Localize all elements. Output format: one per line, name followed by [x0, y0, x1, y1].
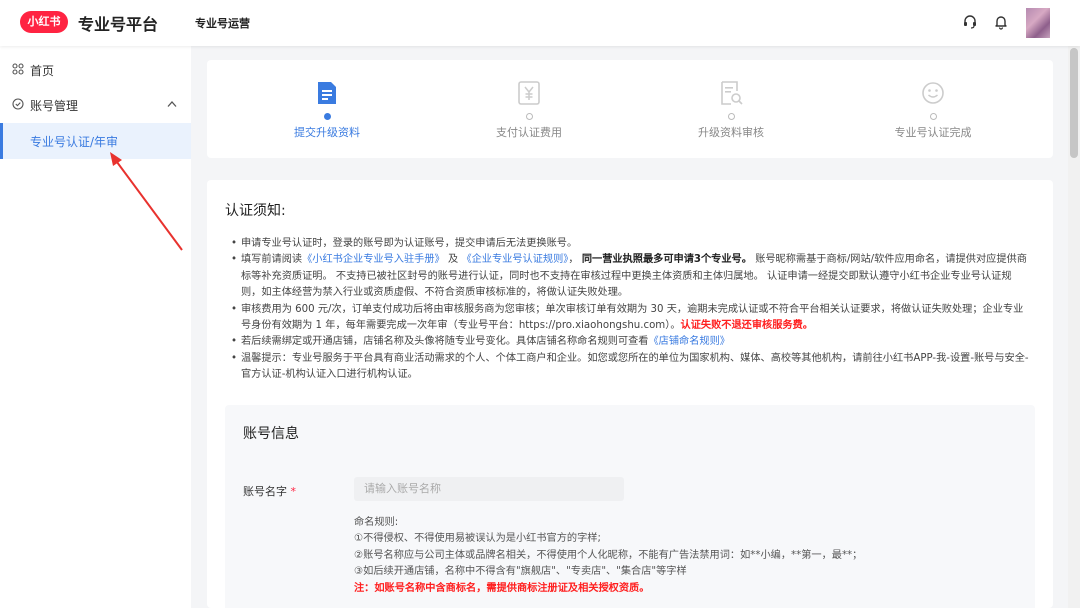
scrollbar-thumb[interactable] — [1070, 48, 1078, 158]
link-enterprise-handbook[interactable]: 《小红书企业专业号入驻手册》 — [302, 254, 445, 265]
link-certification-rules[interactable]: 《企业专业号认证规则》 — [461, 254, 568, 265]
naming-rules: 命名规则: ①不得侵权、不得使用易被误认为是小红书官方的字样; ②账号名称应与公… — [354, 515, 1014, 597]
list-item: 若后续需绑定或开通店铺，店铺名称及头像将随专业号变化。具体店铺名称命名规则可查看… — [231, 334, 1031, 351]
rules-title: 命名规则: — [354, 517, 399, 528]
rule-item: ②账号名称应与公司主体或品牌名相关，不得使用个人化昵称，不能有广告法禁用词：如*… — [354, 549, 863, 561]
step-complete: 专业号认证完成 — [853, 60, 1013, 158]
nav-pro-operation[interactable]: 专业号运营 — [195, 15, 250, 31]
avatar[interactable] — [1026, 8, 1050, 38]
notice-text: 申请专业号认证时，登录的账号即为认证账号，提交申请后无法更换账号。 — [241, 238, 578, 249]
step-label: 升级资料审核 — [698, 126, 764, 139]
smile-icon — [922, 82, 944, 104]
main-content: 认证须知: 申请专业号认证时，登录的账号即为认证账号，提交申请后无法更换账号。 … — [207, 180, 1053, 608]
sidebar: 首页 账号管理 专业号认证/年审 — [0, 46, 191, 608]
yen-icon — [518, 81, 540, 105]
logo-badge[interactable]: 小红书 — [20, 11, 68, 33]
page-scrollbar[interactable] — [1068, 46, 1080, 608]
step-dot — [728, 113, 735, 120]
notice-text: 审核费用为 600 元/次，订单支付成功后将由审核服务商为您审核；单次审核订单有… — [241, 303, 1024, 332]
notice-text: 及 — [448, 254, 459, 266]
list-item: 温馨提示：专业号服务于平台具有商业活动需求的个人、个体工商户和企业。如您或您所在… — [231, 351, 1031, 384]
chevron-up-icon[interactable] — [167, 100, 177, 108]
shield-icon — [12, 98, 24, 110]
bell-icon[interactable] — [992, 13, 1010, 31]
step-dot — [324, 113, 331, 120]
top-bar: 小红书 专业号平台 专业号运营 — [0, 0, 1080, 46]
sidebar-item-label: 账号管理 — [30, 99, 79, 113]
rule-item: ③如后续开通店铺，名称中不得含有"旗舰店"、"专卖店"、"集合店"等字样 — [354, 566, 687, 578]
account-name-label: 账号名字 * — [243, 483, 296, 499]
notice-bold: 同一营业执照最多可申请3个专业号。 — [581, 254, 752, 266]
notice-list: 申请专业号认证时，登录的账号即为认证账号，提交申请后无法更换账号。 填写前请阅读… — [231, 236, 1031, 384]
notice-warning: 认证失败不退还审核服务费。 — [680, 320, 813, 332]
list-item: 审核费用为 600 元/次，订单支付成功后将由审核服务商为您审核；单次审核订单有… — [231, 302, 1031, 335]
list-item: 申请专业号认证时，登录的账号即为认证账号，提交申请后无法更换账号。 — [231, 236, 1031, 253]
sidebar-item-account-management[interactable]: 账号管理 — [0, 87, 191, 123]
step-submit: 提交升级资料 — [247, 60, 407, 158]
notice-title: 认证须知: — [225, 203, 286, 219]
step-pay: 支付认证费用 — [449, 60, 609, 158]
brand-title[interactable]: 专业号平台 — [78, 11, 158, 35]
notice-text: 温馨提示：专业号服务于平台具有商业活动需求的个人、个体工商户和企业。如您或您所在… — [241, 352, 1029, 381]
section-title: 账号信息 — [243, 426, 299, 442]
document-icon — [318, 82, 336, 104]
progress-steps: 提交升级资料 支付认证费用 升级资料审核 专业号认证完成 — [207, 60, 1053, 158]
step-label: 专业号认证完成 — [894, 126, 972, 139]
step-dot — [526, 113, 533, 120]
step-label: 支付认证费用 — [496, 126, 562, 139]
sidebar-item-label: 专业号认证/年审 — [30, 135, 119, 149]
rule-item: ①不得侵权、不得使用易被误认为是小红书官方的字样; — [354, 533, 601, 545]
account-name-input[interactable] — [354, 477, 624, 501]
account-info-section: 账号信息 账号名字 * 命名规则: ①不得侵权、不得使用易被误认为是小红书官方的… — [225, 405, 1035, 608]
rule-note: 注：如账号名称中含商标名，需提供商标注册证及相关授权资质。 — [354, 582, 650, 594]
notice-text: 填写前请阅读 — [241, 254, 303, 266]
link-store-naming-rules[interactable]: 《店铺命名规则》 — [649, 336, 731, 347]
headset-icon[interactable] — [961, 13, 979, 31]
notice-text: 若后续需绑定或开通店铺，店铺名称及头像将随专业号变化。具体店铺名称命名规则可查看 — [241, 336, 649, 348]
list-item: 填写前请阅读《小红书企业专业号入驻手册》 及 《企业专业号认证规则》， 同一营业… — [231, 252, 1031, 301]
step-label: 提交升级资料 — [294, 126, 360, 139]
step-review: 升级资料审核 — [651, 60, 811, 158]
grid-icon — [12, 63, 24, 75]
label-text: 账号名字 — [243, 485, 287, 498]
sidebar-item-label: 首页 — [30, 64, 55, 78]
search-document-icon — [721, 81, 743, 105]
required-mark: * — [290, 485, 297, 498]
sidebar-item-home[interactable]: 首页 — [0, 52, 191, 88]
step-dot — [930, 113, 937, 120]
sidebar-item-pro-certification[interactable]: 专业号认证/年审 — [0, 123, 191, 159]
